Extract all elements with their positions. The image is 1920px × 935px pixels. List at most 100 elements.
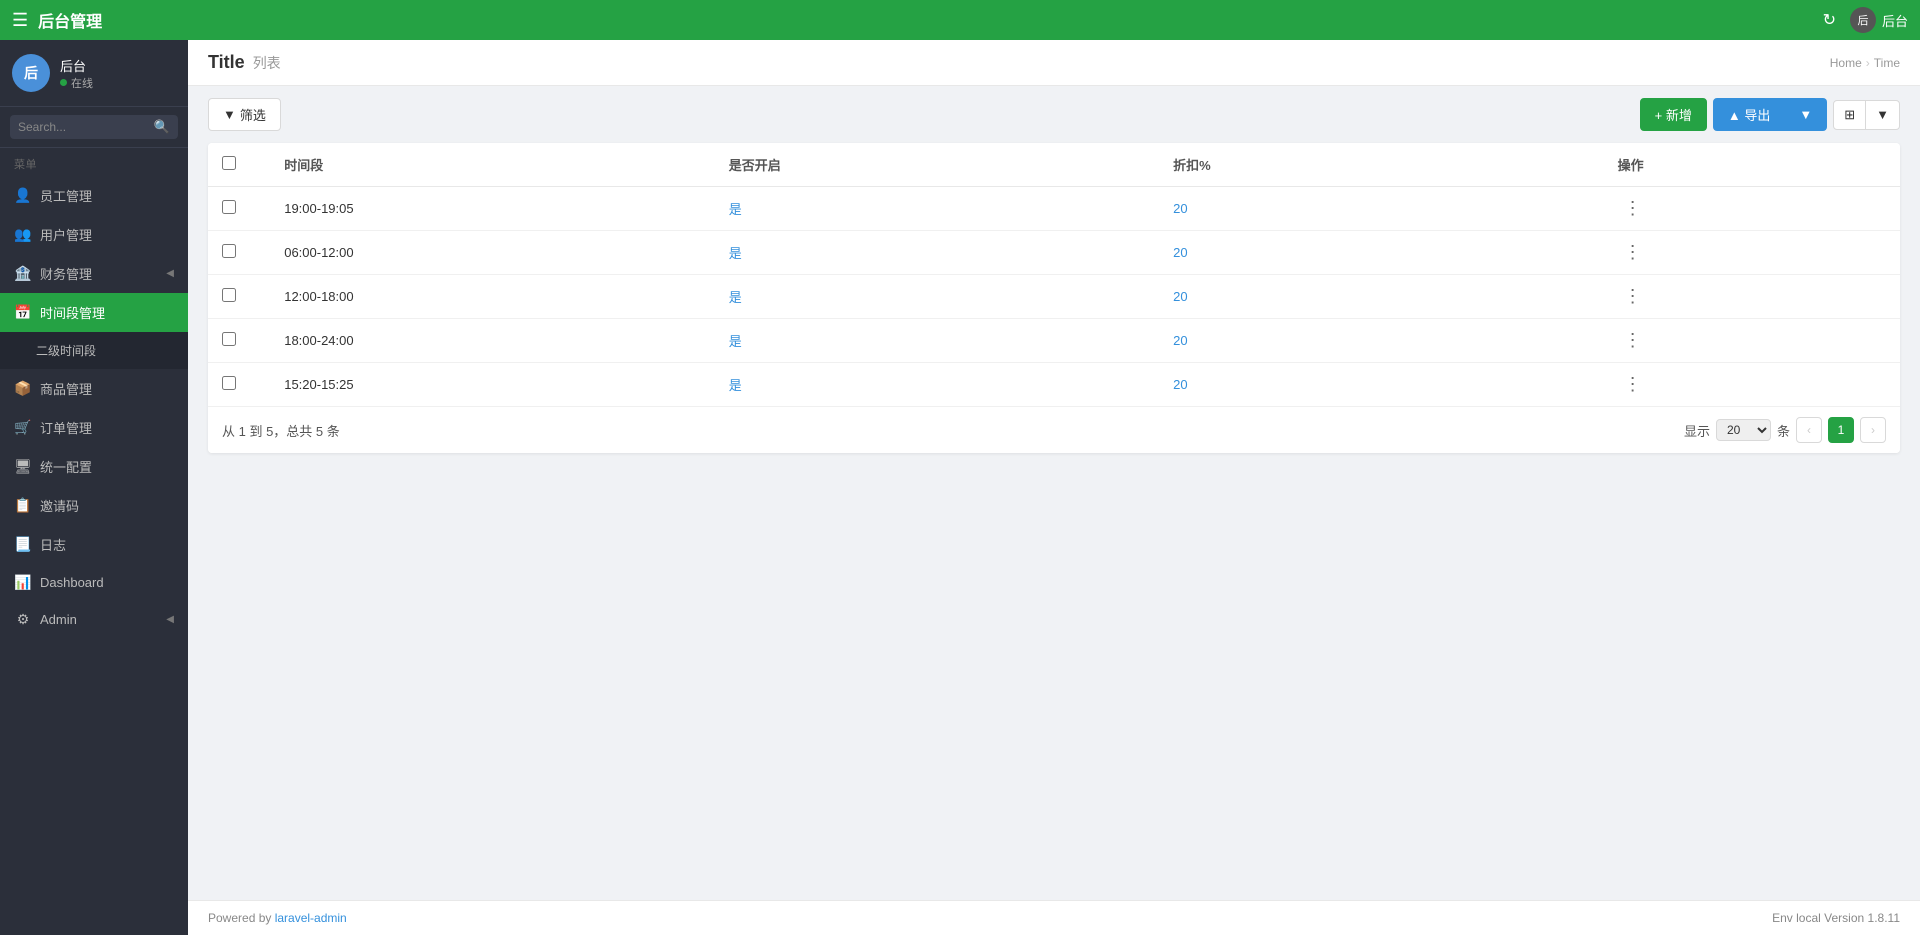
page-header: Title 列表 Home › Time <box>188 40 1920 86</box>
enabled-link[interactable]: 是 <box>729 290 742 305</box>
sidebar-item-time2[interactable]: 二级时间段 <box>0 332 188 369</box>
main-content: Title 列表 Home › Time ▼ 筛选 + 新增 ▲ 导出 <box>188 40 1920 935</box>
hamburger-icon[interactable]: ☰ <box>12 10 28 31</box>
sidebar-item-log[interactable]: 📃 日志 <box>0 525 188 564</box>
sidebar-item-user[interactable]: 👥 用户管理 <box>0 215 188 254</box>
enabled-link[interactable]: 是 <box>729 202 742 217</box>
arrow-icon-finance: ◀ <box>166 268 174 279</box>
refresh-icon[interactable]: ↻ <box>1823 10 1836 30</box>
invite-icon: 📋 <box>14 497 32 514</box>
page-prev-button[interactable]: ‹ <box>1796 417 1822 443</box>
row-discount: 20 <box>1159 187 1603 231</box>
enabled-link[interactable]: 是 <box>729 334 742 349</box>
table-row: 18:00-24:00 是 20 ⋮ <box>208 319 1900 363</box>
sidebar-label-dashboard: Dashboard <box>40 575 104 590</box>
enabled-link[interactable]: 是 <box>729 246 742 261</box>
action-dots-button[interactable]: ⋮ <box>1618 240 1648 264</box>
top-nav-left: ☰ 后台管理 <box>12 8 102 32</box>
sidebar-item-goods[interactable]: 📦 商品管理 <box>0 369 188 408</box>
discount-link[interactable]: 20 <box>1173 289 1187 304</box>
pagination-info: 显示 20 50 100 条 ‹ 1 › <box>1684 417 1886 443</box>
sidebar-item-order[interactable]: 🛒 订单管理 <box>0 408 188 447</box>
breadcrumb-sep: › <box>1866 56 1870 70</box>
config-icon: 🖥 <box>14 458 32 475</box>
sidebar-item-config[interactable]: 🖥 统一配置 <box>0 447 188 486</box>
sidebar-username: 后台 <box>60 56 93 75</box>
new-button[interactable]: + 新增 <box>1640 98 1707 131</box>
row-enabled: 是 <box>715 363 1159 407</box>
sidebar-label-order: 订单管理 <box>40 418 92 437</box>
enabled-link[interactable]: 是 <box>729 378 742 393</box>
col-header-discount: 折扣% <box>1159 143 1603 187</box>
search-input[interactable] <box>18 120 148 134</box>
page-next-button[interactable]: › <box>1860 417 1886 443</box>
page-title: Title <box>208 52 245 73</box>
laravel-admin-link[interactable]: laravel-admin <box>275 911 347 925</box>
filter-icon: ▼ <box>223 107 236 122</box>
row-time-range: 18:00-24:00 <box>270 319 714 363</box>
row-checkbox[interactable] <box>222 244 236 258</box>
row-checkbox[interactable] <box>222 288 236 302</box>
sidebar-user-info: 后台 在线 <box>60 56 93 91</box>
time-icon: 📅 <box>14 304 32 321</box>
discount-link[interactable]: 20 <box>1173 201 1187 216</box>
table-header-row: 时间段 是否开启 折扣% 操作 <box>208 143 1900 187</box>
breadcrumb-current: Time <box>1874 56 1900 70</box>
sidebar-status: 在线 <box>60 75 93 91</box>
log-icon: 📃 <box>14 536 32 553</box>
columns-button[interactable]: ⊞ <box>1833 100 1866 130</box>
action-dots-button[interactable]: ⋮ <box>1618 372 1648 396</box>
sidebar-label-time2: 二级时间段 <box>36 342 96 359</box>
discount-link[interactable]: 20 <box>1173 377 1187 392</box>
export-button[interactable]: ▲ 导出 <box>1713 98 1785 131</box>
footer-right: Env local Version 1.8.11 <box>1772 911 1900 925</box>
row-checkbox[interactable] <box>222 200 236 214</box>
powered-by-text: Powered by <box>208 911 275 925</box>
action-dots-button[interactable]: ⋮ <box>1618 284 1648 308</box>
col-header-checkbox <box>208 143 270 187</box>
row-enabled: 是 <box>715 231 1159 275</box>
search-icon[interactable]: 🔍 <box>154 119 170 135</box>
staff-icon: 👤 <box>14 187 32 204</box>
sidebar-label-invite: 邀请码 <box>40 496 79 515</box>
export-dropdown-button[interactable]: ▼ <box>1785 98 1827 131</box>
row-checkbox-cell <box>208 319 270 363</box>
discount-link[interactable]: 20 <box>1173 245 1187 260</box>
col-header-action: 操作 <box>1604 143 1900 187</box>
row-enabled: 是 <box>715 275 1159 319</box>
row-checkbox[interactable] <box>222 376 236 390</box>
discount-link[interactable]: 20 <box>1173 333 1187 348</box>
sidebar-item-admin[interactable]: ⚙ Admin ◀ <box>0 601 188 638</box>
per-page-select[interactable]: 20 50 100 <box>1716 419 1771 441</box>
sidebar-item-dashboard[interactable]: 📊 Dashboard <box>0 564 188 601</box>
show-label: 显示 <box>1684 421 1710 440</box>
sidebar-label-user: 用户管理 <box>40 225 92 244</box>
env-label: Env <box>1772 911 1793 925</box>
row-action: ⋮ <box>1604 319 1900 363</box>
table-container: 时间段 是否开启 折扣% 操作 19:00-19:05 是 20 ⋮ <box>188 143 1920 900</box>
row-discount: 20 <box>1159 319 1603 363</box>
action-dots-button[interactable]: ⋮ <box>1618 328 1648 352</box>
sidebar-item-time[interactable]: 📅 时间段管理 <box>0 293 188 332</box>
toolbar-left: ▼ 筛选 <box>208 98 281 131</box>
sidebar-item-finance[interactable]: 🏦 财务管理 ◀ <box>0 254 188 293</box>
sidebar-item-invite[interactable]: 📋 邀请码 <box>0 486 188 525</box>
user-menu[interactable]: 后 后台 <box>1850 7 1908 33</box>
col-header-enabled: 是否开启 <box>715 143 1159 187</box>
table-wrapper: 时间段 是否开启 折扣% 操作 19:00-19:05 是 20 ⋮ <box>208 143 1900 453</box>
breadcrumb-home[interactable]: Home <box>1830 56 1862 70</box>
select-all-checkbox[interactable] <box>222 156 236 170</box>
filter-button[interactable]: ▼ 筛选 <box>208 98 281 131</box>
version-label-text: Version <box>1824 911 1864 925</box>
sidebar-section-label: 菜单 <box>0 148 188 176</box>
columns-dropdown-button[interactable]: ▼ <box>1866 100 1900 130</box>
sidebar: 后 后台 在线 🔍 菜单 👤 员工管理 👥 用户管理 <box>0 40 188 935</box>
page-1-button[interactable]: 1 <box>1828 417 1854 443</box>
sidebar-label-admin: Admin <box>40 612 77 627</box>
sidebar-submenu-time: 二级时间段 <box>0 332 188 369</box>
sidebar-label-config: 统一配置 <box>40 457 92 476</box>
env-value-text: local <box>1796 911 1821 925</box>
action-dots-button[interactable]: ⋮ <box>1618 196 1648 220</box>
row-checkbox[interactable] <box>222 332 236 346</box>
sidebar-item-staff[interactable]: 👤 员工管理 <box>0 176 188 215</box>
